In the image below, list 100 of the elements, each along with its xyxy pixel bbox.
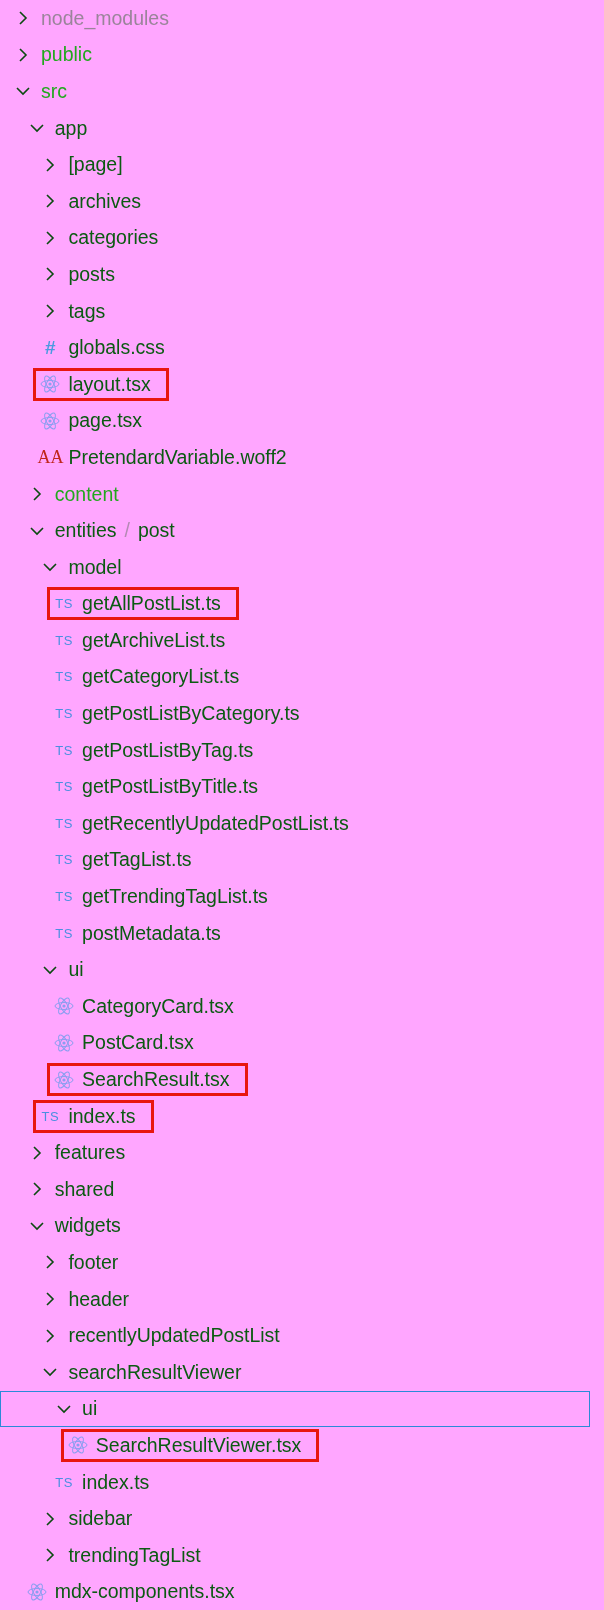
tree-row[interactable]: model [0, 548, 590, 586]
tree-row[interactable]: SearchResult.tsx [0, 1061, 590, 1098]
typescript-icon: TS [55, 889, 73, 905]
file-name[interactable]: layout.tsx [68, 372, 151, 396]
atom-icon [54, 1069, 75, 1090]
tree-row[interactable]: features [0, 1134, 590, 1171]
tree-row[interactable]: TS index.ts [0, 1097, 590, 1135]
folder-name[interactable]: entities [54, 519, 117, 543]
atom-icon [67, 1435, 88, 1456]
tree-row[interactable]: TS index.ts [0, 1463, 590, 1501]
tree-row[interactable]: recentlyUpdatedPostList [0, 1317, 590, 1354]
typescript-icon: TS [55, 925, 73, 941]
tree-row[interactable]: [page] [0, 146, 590, 183]
tree-row[interactable]: searchResultViewer [0, 1353, 590, 1391]
tree-row[interactable]: # globals.css [0, 329, 590, 366]
font-icon: AA [37, 446, 64, 468]
typescript-icon: TS [55, 852, 73, 868]
file-name[interactable]: getPostListByCategory.ts [82, 702, 300, 726]
tree-row[interactable]: TS getArchiveList.ts [0, 622, 590, 659]
folder-name[interactable]: posts [68, 262, 115, 286]
tree-row[interactable]: sidebar [0, 1500, 590, 1537]
folder-name[interactable]: archives [68, 189, 141, 213]
tree-row[interactable]: PostCard.tsx [0, 1024, 590, 1062]
tree-row[interactable]: TS getPostListByTitle.ts [0, 768, 590, 806]
file-name[interactable]: getArchiveList.ts [82, 628, 226, 652]
file-name[interactable]: PostCard.tsx [82, 1031, 194, 1055]
tree-row[interactable]: AA PretendardVariable.woff2 [0, 439, 590, 476]
folder-name[interactable]: ui [68, 958, 84, 982]
typescript-icon: TS [55, 596, 73, 612]
file-name[interactable]: getPostListByTag.ts [82, 738, 254, 762]
typescript-icon: TS [55, 779, 73, 795]
tree-row[interactable]: TS getTrendingTagList.ts [0, 878, 590, 915]
file-name[interactable]: getRecentlyUpdatedPostList.ts [82, 811, 349, 835]
tree-row[interactable]: ui [0, 951, 590, 989]
chevron-icon[interactable] [16, 47, 30, 62]
tree-row[interactable]: trendingTagList [0, 1536, 590, 1574]
atom-icon [54, 996, 75, 1017]
tree-row[interactable]: archives [0, 182, 590, 220]
tree-row[interactable]: TS getTagList.ts [0, 841, 590, 879]
file-name[interactable]: getAllPostList.ts [82, 592, 221, 616]
folder-name[interactable]: model [68, 555, 122, 579]
folder-name[interactable]: sidebar [68, 1507, 133, 1531]
tree-row[interactable]: footer [0, 1244, 590, 1281]
tree-row[interactable]: mdx-components.tsx [0, 1573, 590, 1610]
folder-name[interactable]: header [68, 1287, 130, 1311]
file-name[interactable]: getPostListByTitle.ts [82, 775, 259, 799]
focused-row[interactable]: ui [0, 1390, 590, 1428]
folder-name[interactable]: trendingTagList [68, 1543, 201, 1567]
file-name[interactable]: getTrendingTagList.ts [82, 885, 268, 909]
typescript-icon: TS [55, 632, 73, 648]
tree-row[interactable]: CategoryCard.tsx [0, 988, 590, 1025]
tree-row[interactable]: TS getRecentlyUpdatedPostList.ts [0, 805, 590, 842]
tree-row[interactable]: widgets [0, 1207, 590, 1245]
file-name[interactable]: PretendardVariable.woff2 [68, 445, 287, 469]
folder-name[interactable]: post [137, 519, 175, 543]
file-name[interactable]: postMetadata.ts [82, 921, 221, 945]
file-name[interactable]: SearchResult.tsx [82, 1068, 230, 1091]
tree-row[interactable]: layout.tsx [0, 365, 590, 403]
tree-row[interactable]: entities / post [0, 512, 590, 549]
tree-row[interactable]: TS getAllPostList.ts [0, 585, 590, 623]
folder-name[interactable]: shared [54, 1177, 115, 1201]
tree-row[interactable]: TS getCategoryList.ts [0, 658, 590, 696]
folder-name[interactable]: widgets [54, 1214, 121, 1238]
typescript-icon: TS [55, 815, 73, 831]
file-name[interactable]: index.ts [82, 1470, 150, 1494]
tree-row[interactable]: TS postMetadata.ts [0, 914, 590, 952]
folder-name[interactable]: recentlyUpdatedPostList [68, 1324, 280, 1348]
tree-row[interactable]: header [0, 1280, 590, 1318]
file-name[interactable]: globals.css [68, 336, 165, 360]
file-name[interactable]: SearchResultViewer.tsx [95, 1433, 302, 1457]
folder-name[interactable]: [page] [68, 153, 123, 177]
typescript-icon: TS [55, 1474, 73, 1490]
tree-row[interactable]: SearchResultViewer.tsx [0, 1427, 590, 1464]
typescript-icon: TS [55, 669, 73, 685]
tree-row[interactable]: app [0, 109, 590, 147]
file-name[interactable]: mdx-components.tsx [54, 1580, 235, 1604]
tree-row[interactable]: TS getPostListByTag.ts [0, 731, 590, 769]
folder-name[interactable]: searchResultViewer [68, 1360, 242, 1384]
folder-name[interactable]: tags [68, 299, 106, 323]
file-name[interactable]: getTagList.ts [82, 848, 192, 872]
tree-row[interactable]: categories [0, 219, 590, 257]
tree-row[interactable]: posts [0, 256, 590, 293]
folder-name[interactable]: categories [68, 226, 159, 250]
file-name[interactable]: page.tsx [68, 409, 143, 433]
tree-row[interactable]: TS getPostListByCategory.ts [0, 695, 590, 732]
tree-row[interactable]: page.tsx [0, 402, 590, 440]
folder-name[interactable]: footer [68, 1251, 119, 1274]
folder-name[interactable]: features [54, 1141, 126, 1165]
file-name[interactable]: index.ts [68, 1104, 136, 1128]
chevron-icon[interactable] [16, 11, 30, 26]
typescript-icon: TS [55, 742, 73, 758]
folder-name[interactable]: ui [82, 1397, 98, 1421]
file-name[interactable]: CategoryCard.tsx [82, 994, 234, 1018]
tree-row[interactable]: tags [0, 292, 590, 330]
tree-row[interactable]: shared [0, 1171, 590, 1208]
folder-name[interactable]: app [54, 116, 88, 140]
file-name[interactable]: getCategoryList.ts [82, 665, 240, 689]
typescript-icon: TS [55, 706, 73, 722]
atom-icon [40, 410, 61, 431]
typescript-icon: TS [41, 1108, 60, 1124]
